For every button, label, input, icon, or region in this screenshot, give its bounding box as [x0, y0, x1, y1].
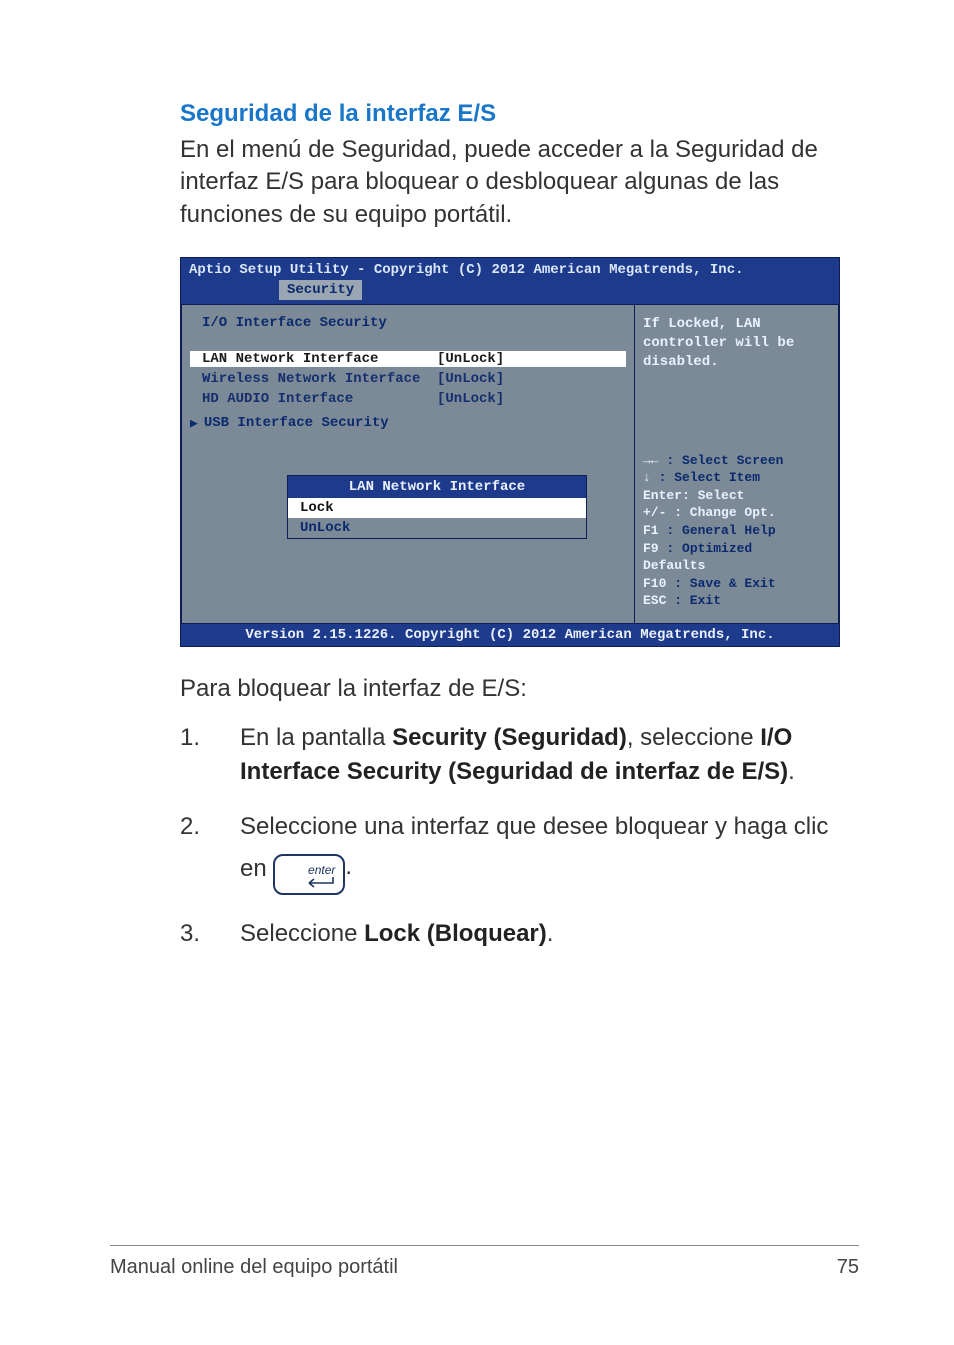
step-bold: Lock (Bloquear)	[364, 920, 547, 947]
step-1: En la pantalla Security (Seguridad), sel…	[180, 721, 859, 788]
bios-item-label: HD AUDIO Interface	[202, 391, 437, 407]
submenu-arrow-icon: ▶	[190, 416, 198, 431]
step-text: .	[345, 853, 352, 880]
bios-footer-bar: Version 2.15.1226. Copyright (C) 2012 Am…	[181, 624, 839, 646]
step-bold: Security (Seguridad)	[392, 724, 627, 751]
step-3: Seleccione Lock (Bloquear).	[180, 917, 859, 951]
bios-popup-title: LAN Network Interface	[288, 476, 586, 498]
bios-popup-option-lock[interactable]: Lock	[288, 498, 586, 518]
footer-doc-title: Manual online del equipo portátil	[110, 1256, 398, 1279]
key-hint-text: : Exit	[666, 593, 721, 608]
bios-submenu-usb[interactable]: ▶ USB Interface Security	[190, 415, 626, 431]
bios-tab-security[interactable]: Security	[279, 280, 362, 300]
enter-key-label: enter	[283, 862, 335, 879]
step-text: .	[547, 920, 554, 947]
bios-item-wireless[interactable]: Wireless Network Interface [UnLock]	[190, 371, 626, 387]
key-hint: F1	[643, 523, 659, 538]
bios-right-panel: If Locked, LAN controller will be disabl…	[634, 304, 839, 624]
bios-item-value: [UnLock]	[437, 351, 504, 367]
bios-panel-heading: I/O Interface Security	[190, 315, 626, 331]
bios-item-hdaudio[interactable]: HD AUDIO Interface [UnLock]	[190, 391, 626, 407]
key-hint: Defaults	[643, 558, 705, 573]
key-hint: ↓	[643, 470, 651, 485]
step-text: , seleccione	[627, 724, 760, 751]
step-text: .	[788, 758, 795, 785]
key-hint-text: : Select Screen	[659, 453, 784, 468]
bios-item-value: [UnLock]	[437, 371, 504, 387]
bios-item-lan[interactable]: LAN Network Interface [UnLock]	[190, 351, 626, 367]
bios-item-label: LAN Network Interface	[202, 351, 437, 367]
bios-key-hints: →← : Select Screen ↓ : Select Item Enter…	[643, 452, 830, 610]
key-hint: ESC	[643, 593, 666, 608]
bios-item-label: Wireless Network Interface	[202, 371, 437, 387]
footer-page-number: 75	[837, 1256, 859, 1279]
key-hint: +/- : Change Opt.	[643, 505, 776, 520]
bios-title-bar: Aptio Setup Utility - Copyright (C) 2012…	[181, 258, 839, 304]
bios-body: I/O Interface Security LAN Network Inter…	[181, 304, 839, 624]
bios-help-text: If Locked, LAN controller will be disabl…	[643, 315, 830, 372]
step-text: En la pantalla	[240, 724, 392, 751]
instructions-lead: Para bloquear la interfaz de E/S:	[180, 675, 859, 703]
key-hint-text: : Save & Exit	[666, 576, 775, 591]
bios-title-text: Aptio Setup Utility - Copyright (C) 2012…	[189, 262, 744, 278]
key-hint: F9	[643, 541, 659, 556]
bios-left-panel: I/O Interface Security LAN Network Inter…	[181, 304, 634, 624]
page-footer: Manual online del equipo portátil 75	[110, 1245, 859, 1279]
key-hint: Enter: Select	[643, 488, 744, 503]
step-text: Seleccione	[240, 920, 364, 947]
section-title: Seguridad de la interfaz E/S	[180, 100, 859, 128]
key-hint-text: : General Help	[659, 523, 776, 538]
step-2: Seleccione una interfaz que desee bloque…	[180, 810, 859, 894]
bios-screenshot: Aptio Setup Utility - Copyright (C) 2012…	[180, 257, 840, 647]
key-hint: →←	[643, 453, 659, 468]
bios-submenu-label: USB Interface Security	[204, 415, 389, 431]
key-hint-text: : Select Item	[651, 470, 760, 485]
key-hint: F10	[643, 576, 666, 591]
bios-popup: LAN Network Interface Lock UnLock	[287, 475, 587, 539]
key-hint-text: : Optimized	[659, 541, 753, 556]
enter-key-icon: enter	[273, 854, 345, 895]
bios-item-value: [UnLock]	[437, 391, 504, 407]
steps-list: En la pantalla Security (Seguridad), sel…	[180, 721, 859, 950]
intro-paragraph: En el menú de Seguridad, puede acceder a…	[180, 134, 859, 231]
bios-popup-option-unlock[interactable]: UnLock	[288, 518, 586, 538]
